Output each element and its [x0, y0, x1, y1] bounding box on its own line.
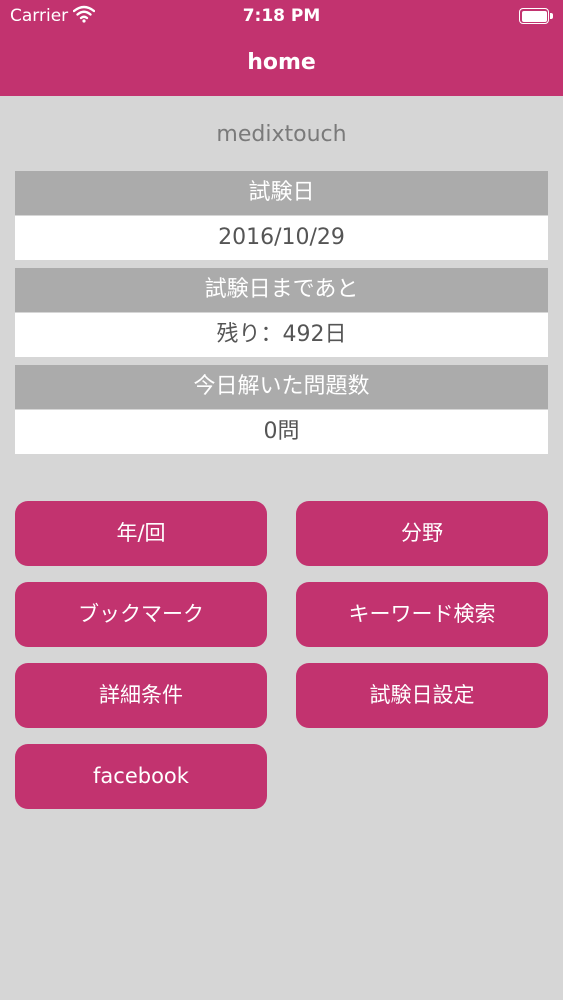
detail-conditions-button[interactable]: 詳細条件: [15, 663, 267, 728]
status-bar: Carrier 7:18 PM: [0, 0, 563, 32]
remaining-days-header: 試験日まであと: [15, 268, 548, 312]
exam-date-header: 試験日: [15, 171, 548, 215]
keyword-search-button[interactable]: キーワード検索: [296, 582, 548, 647]
page-title: home: [247, 50, 316, 75]
solved-today-value: 0問: [15, 410, 548, 454]
exam-date-value: 2016/10/29: [15, 216, 548, 260]
app-name: medixtouch: [216, 122, 347, 147]
remaining-days-value: 残り：492日: [15, 313, 548, 357]
exam-date-settings-button[interactable]: 試験日設定: [296, 663, 548, 728]
bookmark-button[interactable]: ブックマーク: [15, 582, 267, 647]
solved-today-header: 今日解いた問題数: [15, 365, 548, 409]
top-bar: Carrier 7:18 PM home: [0, 0, 563, 96]
field-button[interactable]: 分野: [296, 501, 548, 566]
battery-icon: [519, 8, 553, 24]
year-round-button[interactable]: 年/回: [15, 501, 267, 566]
facebook-button[interactable]: facebook: [15, 744, 267, 809]
clock: 7:18 PM: [242, 6, 321, 26]
